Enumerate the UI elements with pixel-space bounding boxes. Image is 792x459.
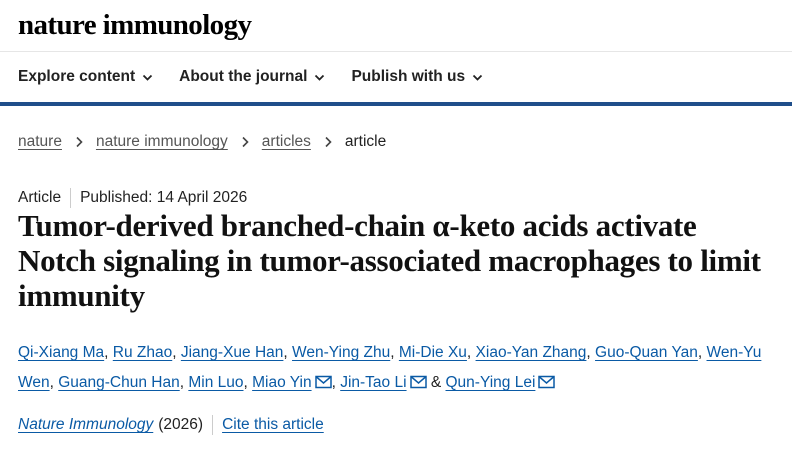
article-meta: Article Published: 14 April 2026 [18, 188, 247, 208]
breadcrumb: nature nature immunology articles articl… [18, 133, 386, 151]
author-link[interactable]: Mi-Die Xu [399, 344, 467, 361]
chevron-down-icon [472, 72, 483, 83]
chevron-down-icon [314, 72, 325, 83]
author-list: Qi-Xiang Ma, Ru Zhao, Jiang-Xue Han, Wen… [18, 344, 762, 391]
author-link[interactable]: Ru Zhao [113, 344, 172, 361]
site-header: nature immunology [0, 0, 792, 52]
journal-citation-line: Nature Immunology (2026) Cite this artic… [18, 415, 324, 435]
author-link[interactable]: Jiang-Xue Han [181, 344, 284, 361]
journal-link[interactable]: Nature Immunology [18, 416, 153, 434]
breadcrumb-articles[interactable]: articles [262, 133, 311, 151]
article-title: Tumor-derived branched-chain α-keto acid… [18, 208, 761, 313]
nav-item-label: Explore content [18, 68, 136, 85]
author-link[interactable]: Miao Yin [252, 374, 311, 391]
chevron-right-icon [238, 135, 252, 149]
mail-icon[interactable] [538, 370, 556, 389]
author-link[interactable]: Xiao-Yan Zhang [476, 344, 587, 361]
author-link[interactable]: Guang-Chun Han [58, 374, 180, 391]
chevron-right-icon [321, 135, 335, 149]
breadcrumb-current: article [344, 133, 387, 150]
nav-publish-with-us[interactable]: Publish with us [351, 68, 483, 86]
journal-logo[interactable]: nature immunology [18, 11, 252, 40]
mail-icon[interactable] [409, 370, 427, 389]
published-date: Published: 14 April 2026 [80, 189, 248, 206]
meta-divider [70, 188, 72, 208]
chevron-down-icon [142, 72, 153, 83]
nav-explore-content[interactable]: Explore content [18, 68, 153, 86]
publication-year: (2026) [158, 416, 204, 433]
nav-about-journal[interactable]: About the journal [179, 68, 325, 86]
author-link[interactable]: Min Luo [188, 374, 243, 391]
cite-article-link[interactable]: Cite this article [222, 416, 324, 434]
chevron-right-icon [72, 135, 86, 149]
breadcrumb-nature-immunology[interactable]: nature immunology [96, 133, 228, 151]
author-link[interactable]: Wen-Ying Zhu [292, 344, 390, 361]
nav-item-label: About the journal [179, 68, 308, 85]
nav-item-label: Publish with us [351, 68, 466, 85]
mail-icon[interactable] [314, 370, 332, 389]
breadcrumb-nature[interactable]: nature [18, 133, 62, 151]
author-link[interactable]: Qi-Xiang Ma [18, 344, 104, 361]
main-nav: Explore content About the journal Publis… [0, 52, 792, 106]
article-type: Article [18, 189, 62, 206]
author-link[interactable]: Qun-Ying Lei [446, 374, 536, 391]
author-link[interactable]: Guo-Quan Yan [595, 344, 698, 361]
author-link[interactable]: Jin-Tao Li [340, 374, 406, 391]
meta-divider [212, 415, 214, 435]
